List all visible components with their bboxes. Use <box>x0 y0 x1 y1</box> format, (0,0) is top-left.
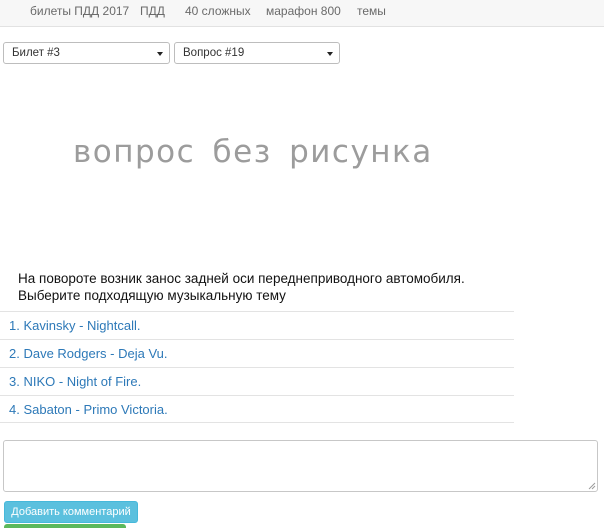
answer-option-4[interactable]: 4. Sabaton - Primo Victoria. <box>0 395 514 423</box>
add-comment-button[interactable]: Добавить комментарий <box>4 501 138 523</box>
chevron-down-icon <box>157 52 163 56</box>
nav-link-40-hard[interactable]: 40 сложных <box>185 4 251 18</box>
question-text: На повороте возник занос задней оси пере… <box>18 270 498 304</box>
question-select[interactable]: Вопрос #19 <box>174 42 340 64</box>
question-line: На повороте возник занос задней оси пере… <box>18 271 465 286</box>
answer-list: 1. Kavinsky - Nightcall. 2. Dave Rodgers… <box>0 311 514 423</box>
page: билеты ПДД 2017 ПДД 40 сложных марафон 8… <box>0 0 604 528</box>
chevron-down-icon <box>327 52 333 56</box>
nav-link-topics[interactable]: темы <box>357 4 386 18</box>
nav-link-pdd[interactable]: ПДД <box>140 4 165 18</box>
nav-link-marathon-800[interactable]: марафон 800 <box>266 4 341 18</box>
top-navbar: билеты ПДД 2017 ПДД 40 сложных марафон 8… <box>0 0 604 27</box>
answer-text[interactable]: 4. Sabaton - Primo Victoria. <box>9 402 168 417</box>
next-button[interactable] <box>4 524 126 528</box>
answer-text[interactable]: 3. NIKO - Night of Fire. <box>9 374 141 389</box>
answer-option-1[interactable]: 1. Kavinsky - Nightcall. <box>0 311 514 339</box>
answer-option-3[interactable]: 3. NIKO - Night of Fire. <box>0 367 514 395</box>
answer-text[interactable]: 1. Kavinsky - Nightcall. <box>9 318 141 333</box>
resize-grip-icon[interactable] <box>588 482 596 490</box>
question-line: Выберите подходящую музыкальную тему <box>18 288 286 303</box>
answer-text[interactable]: 2. Dave Rodgers - Deja Vu. <box>9 346 167 361</box>
question-image-placeholder: вопрос без рисунка <box>73 134 433 170</box>
question-select-value: Вопрос #19 <box>183 47 245 59</box>
answer-option-2[interactable]: 2. Dave Rodgers - Deja Vu. <box>0 339 514 367</box>
nav-link-tickets-2017[interactable]: билеты ПДД 2017 <box>30 4 129 18</box>
ticket-select-value: Билет #3 <box>12 47 60 59</box>
comment-textarea[interactable] <box>3 440 598 492</box>
ticket-select[interactable]: Билет #3 <box>3 42 170 64</box>
